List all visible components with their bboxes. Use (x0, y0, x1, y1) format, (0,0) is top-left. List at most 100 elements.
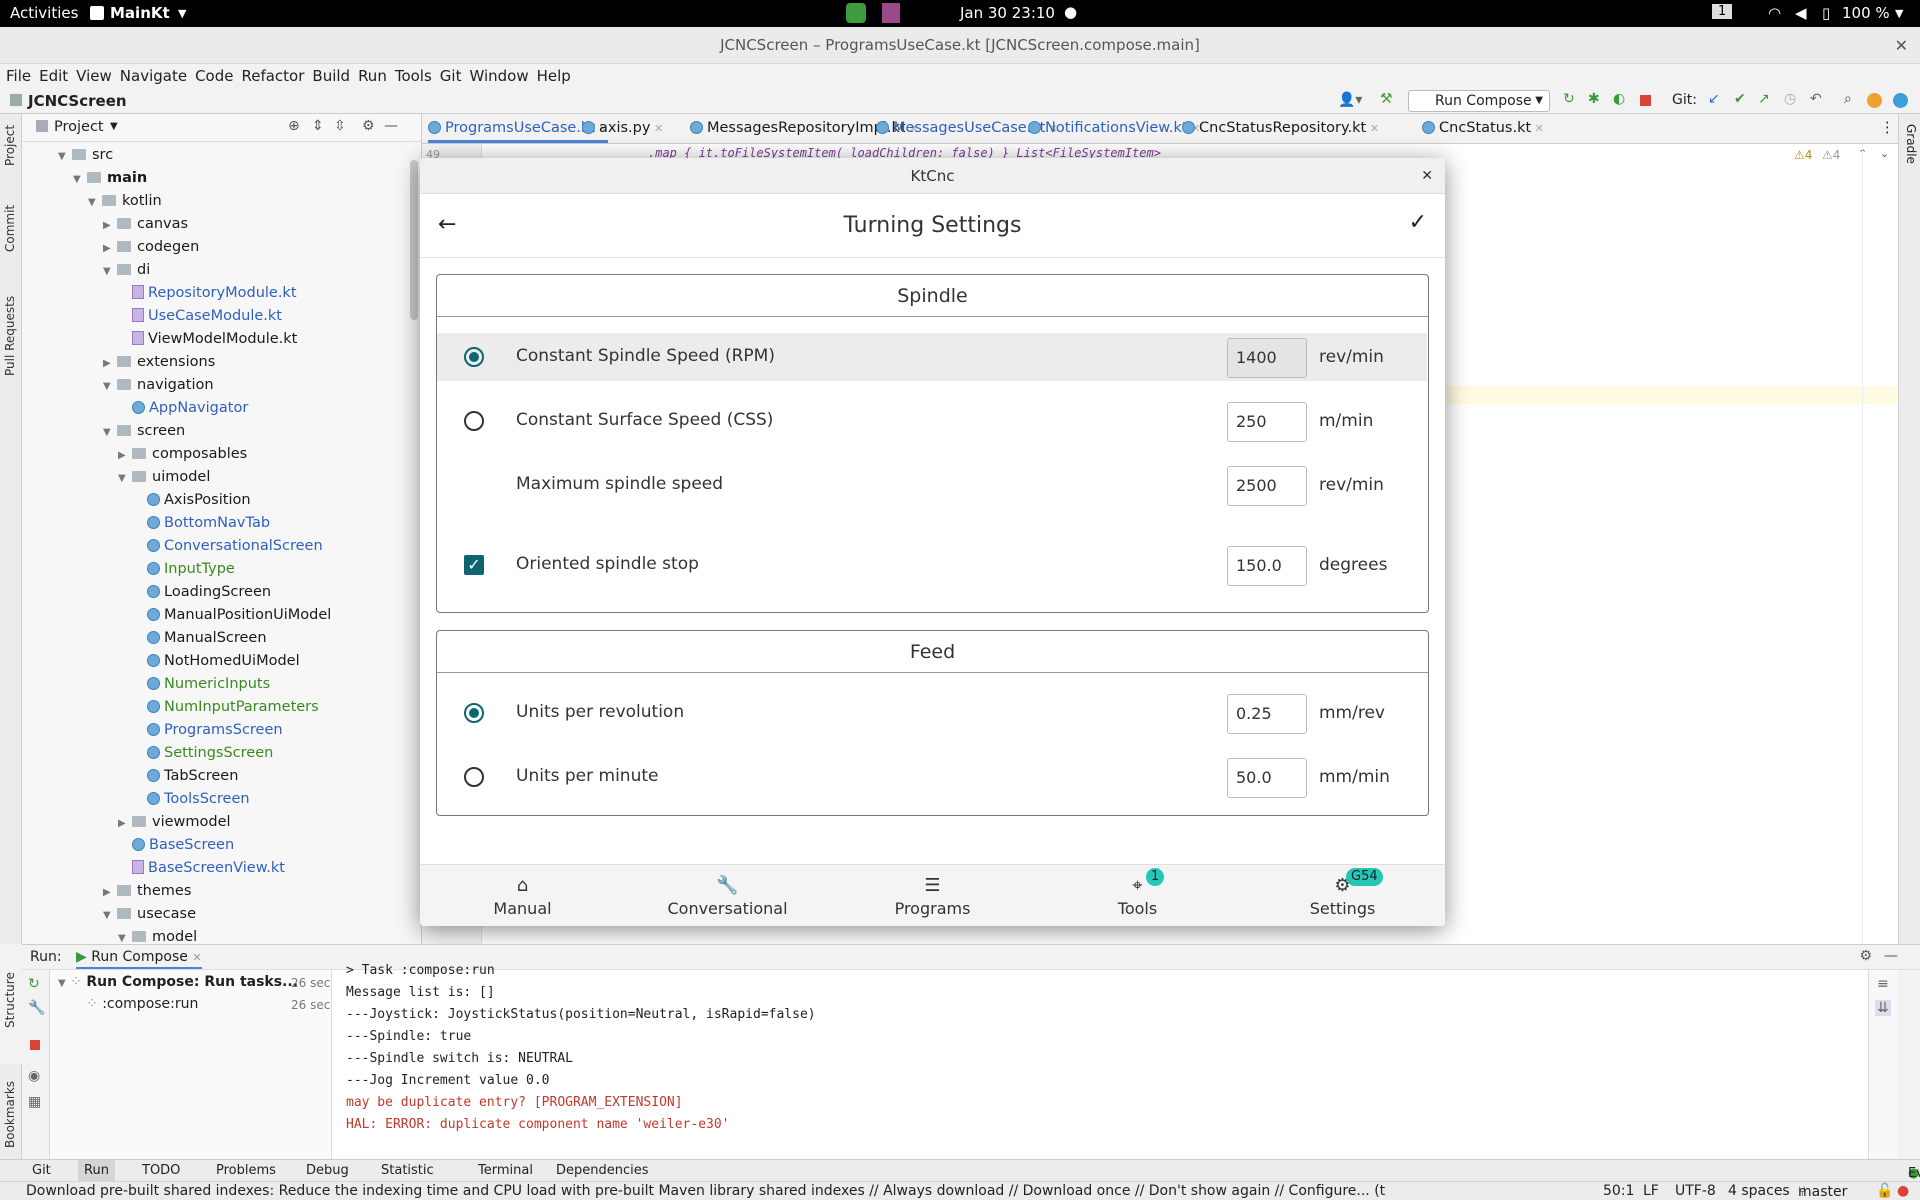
user-icon[interactable]: 👤▾ (1338, 92, 1362, 108)
wrench-icon[interactable]: 🔧 (28, 1000, 45, 1016)
lock-icon[interactable]: 🔓 (1876, 1183, 1893, 1199)
per-min-input[interactable]: 50.0 (1227, 758, 1307, 798)
editor-tab[interactable]: NotificationsView.kt ✕ (1028, 120, 1200, 136)
per-min-radio[interactable] (464, 767, 484, 787)
tree-item[interactable]: InputType (133, 558, 235, 581)
error-icon[interactable]: ● (1897, 1183, 1909, 1199)
close-tab-icon[interactable]: ✕ (650, 122, 663, 135)
tree-item[interactable]: UseCaseModule.kt (118, 305, 282, 328)
hide-panel-icon[interactable]: — (1884, 948, 1898, 964)
tree-item[interactable]: NumInputParameters (133, 696, 319, 719)
build-hammer-icon[interactable]: ⚒ (1380, 91, 1393, 107)
editor-tab[interactable]: CncStatusRepository.kt ✕ (1182, 120, 1379, 136)
per-rev-input[interactable]: 0.25 (1227, 694, 1307, 734)
file-encoding[interactable]: UTF-8 (1675, 1183, 1716, 1199)
close-tab-icon[interactable]: ✕ (192, 951, 201, 964)
nav-tools[interactable]: ⌖ 1 Tools (1035, 865, 1240, 926)
gradle-tool-tab[interactable]: Gradle (1904, 124, 1918, 164)
tree-scrollbar[interactable] (410, 160, 418, 320)
weak-warning-counter[interactable]: ⚠4 (1822, 148, 1840, 162)
chevron-right-icon[interactable]: ▶ (118, 812, 132, 835)
tree-item[interactable]: ▼ di (103, 259, 150, 282)
debug-icon[interactable]: ✱ (1588, 91, 1600, 107)
confirm-check-icon[interactable]: ✓ (1409, 210, 1427, 235)
chevron-down-icon[interactable]: ▼ (103, 260, 117, 283)
plugin-icon[interactable] (1893, 93, 1908, 108)
tree-item[interactable]: ▼ navigation (103, 374, 214, 397)
chevron-right-icon[interactable]: ▶ (103, 214, 117, 237)
tree-item[interactable]: ▼ usecase (103, 903, 196, 926)
rerun-icon[interactable]: ↻ (1563, 91, 1575, 107)
volume-icon[interactable]: ◀ (1795, 4, 1807, 22)
line-separator[interactable]: LF (1643, 1183, 1659, 1199)
rpm-radio[interactable] (464, 347, 484, 367)
chevron-right-icon[interactable]: ▶ (103, 352, 117, 375)
rollback-icon[interactable]: ↶ (1810, 91, 1822, 107)
tray-app-icon[interactable] (846, 3, 866, 23)
tree-item[interactable]: ▼ model (118, 926, 197, 944)
update-icon[interactable] (1867, 93, 1882, 108)
menu-view[interactable]: View (76, 64, 112, 89)
run-tree-root[interactable]: ▼ ⁘ Run Compose: Run tasks... (58, 974, 298, 990)
chevron-right-icon[interactable]: ▶ (118, 444, 132, 467)
menu-file[interactable]: File (6, 64, 31, 89)
menu-refactor[interactable]: Refactor (241, 64, 304, 89)
chevron-right-icon[interactable]: ▶ (103, 237, 117, 260)
nav-manual[interactable]: ⌂ Manual (420, 865, 625, 926)
app-menu[interactable]: MainKt (110, 4, 170, 22)
tree-item[interactable]: RepositoryModule.kt (118, 282, 297, 305)
console-output[interactable]: > Task :compose:run Message list is: [] --… (346, 960, 816, 1136)
tree-item[interactable]: AxisPosition (133, 489, 251, 512)
search-icon[interactable]: ⌕ (1844, 91, 1852, 107)
system-menu-chevron-icon[interactable]: ▼ (1895, 7, 1903, 20)
collapse-all-icon[interactable]: ⇳ (334, 118, 346, 134)
menu-edit[interactable]: Edit (39, 64, 68, 89)
tool-window-statistic[interactable]: Statistic (381, 1163, 434, 1178)
chevron-down-icon[interactable]: ▼ (118, 467, 132, 490)
max-speed-input[interactable]: 2500 (1227, 466, 1307, 506)
indent-setting[interactable]: 4 spaces (1728, 1183, 1790, 1199)
chevron-down-icon[interactable]: ▼ (103, 375, 117, 398)
tree-item[interactable]: ▶ canvas (103, 213, 188, 236)
layout-icon[interactable]: ▦ (28, 1094, 41, 1110)
scroll-to-end-icon[interactable]: ⇊ (1875, 1000, 1891, 1016)
oriented-stop-row[interactable]: ✓ Oriented spindle stop 150.0 degrees (437, 541, 1427, 589)
chevron-down-icon[interactable]: ▼ (88, 191, 102, 214)
battery-icon[interactable]: ▯ (1822, 4, 1830, 22)
coverage-icon[interactable]: ◐ (1613, 91, 1625, 107)
tree-item[interactable]: ▼ main (73, 167, 147, 190)
bookmarks-tool-tab[interactable]: Bookmarks (3, 1081, 17, 1148)
tree-item[interactable]: ▼ kotlin (88, 190, 162, 213)
history-icon[interactable]: ◷ (1784, 91, 1796, 107)
workspace-indicator[interactable]: 1 (1712, 4, 1733, 19)
tree-item[interactable]: AppNavigator (118, 397, 248, 420)
nav-conversational[interactable]: 🔧 Conversational (625, 865, 830, 926)
tool-window-todo[interactable]: TODO (142, 1163, 180, 1178)
tree-item[interactable]: ▼ screen (103, 420, 185, 443)
close-tab-icon[interactable]: ✕ (1531, 122, 1544, 135)
close-tab-icon[interactable]: ✕ (1366, 122, 1379, 135)
warning-counter[interactable]: ⚠4 (1794, 148, 1812, 162)
menu-git[interactable]: Git (440, 64, 462, 89)
tree-item[interactable]: NotHomedUiModel (133, 650, 300, 673)
activities-button[interactable]: Activities (10, 4, 78, 22)
run-config-select[interactable]: Run Compose ▼ (1408, 90, 1550, 112)
project-tool-tab[interactable]: Project (3, 125, 17, 166)
chevron-down-icon[interactable]: ▼ (73, 168, 87, 191)
soft-wrap-icon[interactable]: ≡ (1877, 976, 1889, 992)
tree-item[interactable]: ▶ themes (103, 880, 191, 903)
chevron-down-icon[interactable]: ▼ (110, 121, 118, 132)
tree-item[interactable]: ▼ src (58, 144, 113, 167)
structure-tool-tab[interactable]: Structure (3, 972, 17, 1028)
tree-item[interactable]: BottomNavTab (133, 512, 270, 535)
expand-all-icon[interactable]: ⇕ (312, 118, 324, 134)
spindle-css-row[interactable]: Constant Surface Speed (CSS) 250 m/min (437, 397, 1427, 445)
tree-item[interactable]: TabScreen (133, 765, 238, 788)
chevron-down-icon[interactable]: ▼ (118, 927, 132, 944)
tree-item[interactable]: ▶ viewmodel (118, 811, 231, 834)
units-per-rev-row[interactable]: Units per revolution 0.25 mm/rev (437, 689, 1427, 737)
nav-programs[interactable]: ☰ Programs (830, 865, 1035, 926)
tree-item[interactable]: ▶ composables (118, 443, 247, 466)
wifi-icon[interactable]: ◠ (1768, 4, 1781, 22)
tool-window-problems[interactable]: Problems (216, 1163, 276, 1178)
